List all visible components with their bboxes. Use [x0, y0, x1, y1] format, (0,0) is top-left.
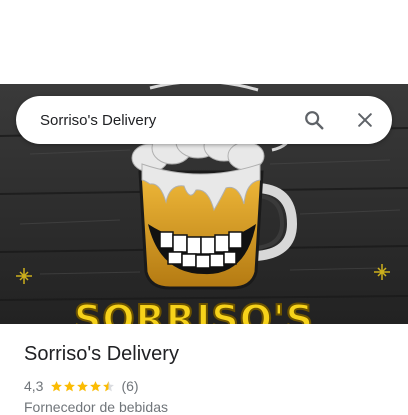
search-input[interactable] — [40, 96, 280, 144]
rating-stars — [50, 380, 115, 393]
star-icon — [51, 380, 63, 391]
hero-sign-text: SORRISO'S — [73, 297, 315, 324]
place-category[interactable]: Fornecedor de bebidas — [24, 399, 168, 415]
star-icon — [77, 380, 89, 391]
star-icon — [103, 380, 115, 391]
star-icon — [90, 380, 102, 391]
search-bar[interactable] — [16, 96, 392, 144]
close-button[interactable] — [349, 104, 381, 136]
place-title: Sorriso's Delivery — [24, 343, 179, 365]
rating-value: 4,3 — [24, 378, 44, 394]
rating-row[interactable]: 4,3 (6) — [24, 377, 139, 395]
search-button[interactable] — [298, 104, 330, 136]
star-icon — [64, 380, 76, 391]
close-icon — [358, 113, 372, 127]
review-count[interactable]: (6) — [121, 378, 138, 394]
top-blank-area — [0, 0, 408, 84]
search-icon — [305, 111, 324, 130]
place-info-panel: Sorriso's Delivery 4,3 (6) Fornecedor de… — [0, 324, 408, 415]
